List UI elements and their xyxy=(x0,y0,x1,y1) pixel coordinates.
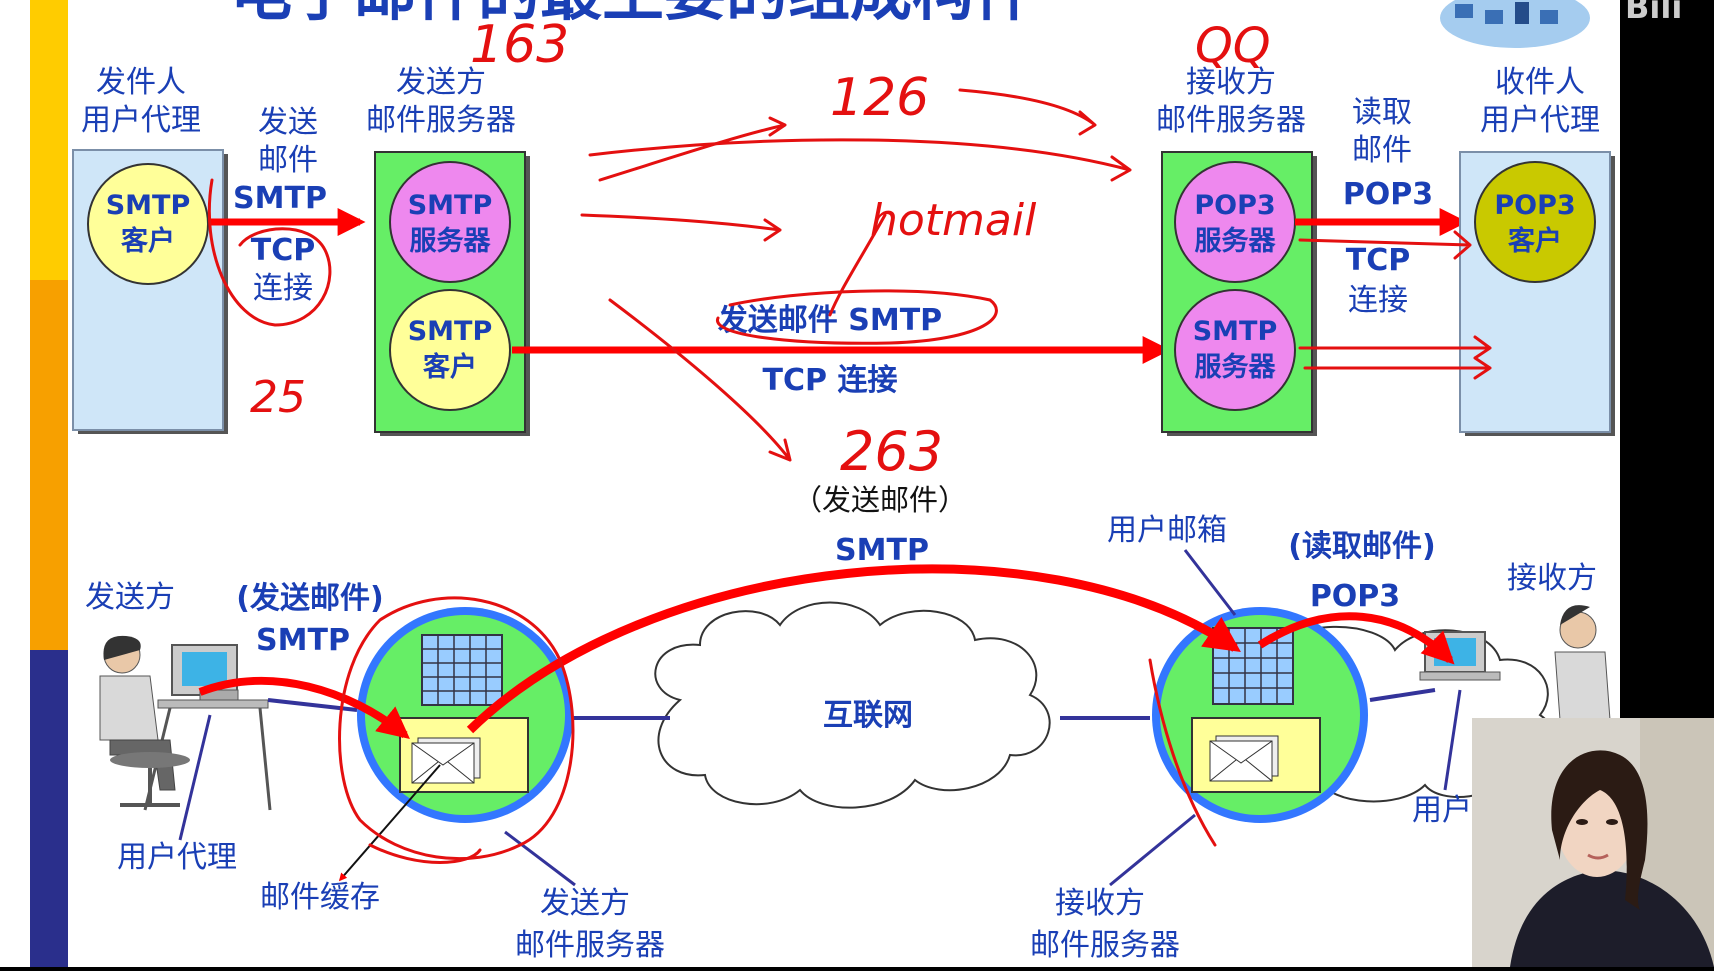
sender-smtp-client-label-1: SMTP xyxy=(106,190,191,221)
sender-agent-title-2: 用户代理 xyxy=(81,103,201,138)
ink-126: 126 xyxy=(830,68,929,128)
tcp-right-label-1: TCP xyxy=(1346,243,1410,278)
bottom-read-mail-paren: (读取邮件) xyxy=(1288,529,1435,564)
bottom-mailbox-label: 用户邮箱 xyxy=(1107,513,1227,548)
receiver-pop3-server-circle xyxy=(1174,161,1296,283)
bottom-sender-server-2: 邮件服务器 xyxy=(515,928,665,963)
sender-mail-cache-icon xyxy=(399,717,529,793)
receiver-smtp-server-label-2: 服务器 xyxy=(1195,352,1277,383)
sender-smtp-client-circle xyxy=(87,163,209,285)
sender-smtp-server-label-1: SMTP xyxy=(408,190,493,221)
receiver-pop3-client-label-2: 客户 xyxy=(1508,225,1562,257)
send-mail-label-1: 发送 xyxy=(258,105,318,140)
slide-canvas: 电子邮件的最主要的组成构件 Bili 发件人 用户代理 SMTP 客户 发送 邮… xyxy=(0,0,1714,967)
tcp-left-label-1: TCP xyxy=(251,233,315,268)
ink-hotmail: hotmail xyxy=(870,195,1037,246)
left-bar-yellow xyxy=(30,0,68,280)
ink-163: 163 xyxy=(470,15,569,75)
read-mail-label-1: 读取 xyxy=(1352,95,1412,130)
sender-smtp-client2-circle xyxy=(389,289,511,411)
bottom-user-agent-left: 用户代理 xyxy=(117,840,237,875)
read-mail-label-2: 邮件 xyxy=(1352,133,1412,168)
receiver-mail-cache-icon xyxy=(1191,717,1321,793)
webcam-overlay xyxy=(1472,718,1714,967)
bottom-pop3: POP3 xyxy=(1310,579,1400,614)
sender-server-title-2: 邮件服务器 xyxy=(366,103,516,138)
read-mail-label-3: POP3 xyxy=(1343,177,1433,212)
receiver-agent-title-2: 用户代理 xyxy=(1480,103,1600,138)
receiver-server-title-2: 邮件服务器 xyxy=(1156,103,1306,138)
left-bar-navy xyxy=(30,650,68,967)
slide-title: 电子邮件的最主要的组成构件 xyxy=(230,0,1036,29)
bottom-smtp-left: SMTP xyxy=(256,623,350,658)
bottom-user-agent-right: 用户 xyxy=(1412,793,1472,828)
receiver-smtp-server-label-1: SMTP xyxy=(1193,316,1278,347)
email-components-diagram: 电子邮件的最主要的组成构件 Bili 发件人 用户代理 SMTP 客户 发送 邮… xyxy=(0,0,1714,967)
bottom-mail-cache: 邮件缓存 xyxy=(260,880,380,915)
tcp-left-label-2: 连接 xyxy=(253,271,313,306)
mid-tcp-label: TCP 连接 xyxy=(763,363,898,398)
sender-smtp-client-label-2: 客户 xyxy=(121,225,175,257)
bottom-receiver-server-2: 邮件服务器 xyxy=(1030,928,1180,963)
ink-25: 25 xyxy=(250,372,306,423)
receiver-pop3-server-label-1: POP3 xyxy=(1194,190,1275,221)
sender-smtp-client2-label-2: 客户 xyxy=(423,351,477,383)
sender-agent-title-1: 发件人 xyxy=(96,65,186,100)
bottom-receiver-server-1: 接收方 xyxy=(1055,886,1145,921)
ink-qq: QQ xyxy=(1195,18,1271,74)
send-mail-label-2: 邮件 xyxy=(258,143,318,178)
bottom-receiver-label: 接收方 xyxy=(1507,561,1597,596)
receiver-pop3-client-circle xyxy=(1474,161,1596,283)
receiver-pop3-client-label-1: POP3 xyxy=(1494,190,1575,221)
bottom-sender-label: 发送方 xyxy=(85,580,175,615)
mid-send-mail-label: 发送邮件 SMTP xyxy=(717,303,942,338)
bottom-smtp-center: SMTP xyxy=(835,533,929,568)
receiver-smtp-server-circle xyxy=(1174,289,1296,411)
sender-smtp-server-circle xyxy=(389,161,511,283)
svg-text:Bili: Bili xyxy=(1625,0,1682,26)
tcp-right-label-2: 连接 xyxy=(1348,283,1408,318)
ink-263: 263 xyxy=(840,420,943,483)
sender-smtp-client2-label-1: SMTP xyxy=(408,316,493,347)
receiver-pop3-server-label-2: 服务器 xyxy=(1195,226,1277,257)
internet-label: 互联网 xyxy=(823,698,913,733)
receiver-agent-title-1: 收件人 xyxy=(1495,65,1585,100)
sender-smtp-server-label-2: 服务器 xyxy=(410,226,492,257)
send-mail-label-3: SMTP xyxy=(233,181,327,216)
bottom-send-mail-center: （发送邮件） xyxy=(793,483,967,517)
b-watermark-icon: Bili xyxy=(1625,0,1682,26)
bottom-send-mail-paren: (发送邮件) xyxy=(236,581,383,616)
left-bar-orange xyxy=(30,280,68,650)
sender-mailbox-grid-icon xyxy=(421,634,503,706)
bottom-sender-server-1: 发送方 xyxy=(540,886,630,921)
